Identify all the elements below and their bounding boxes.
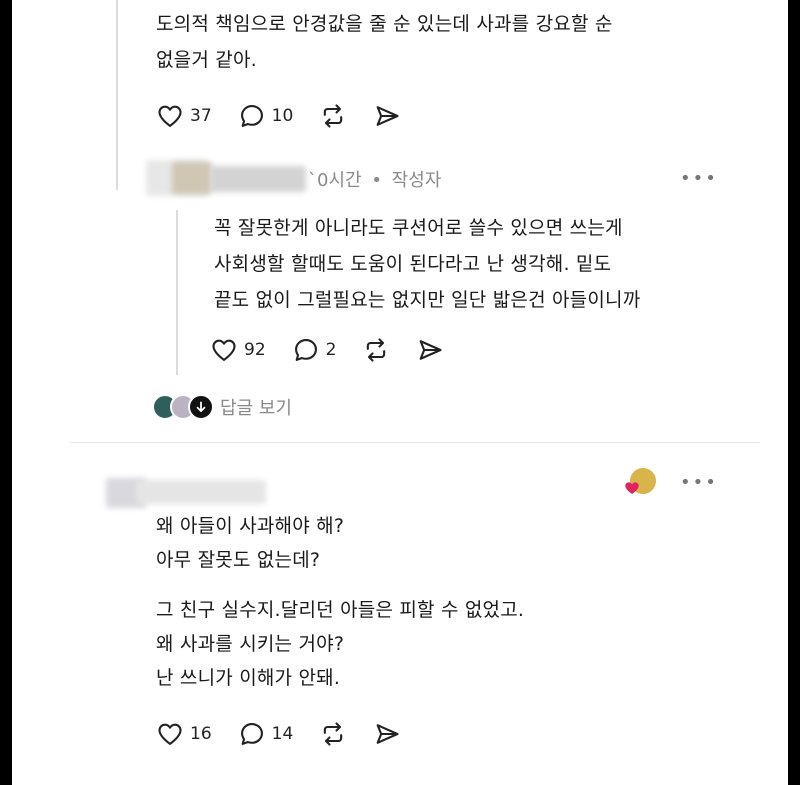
repost-icon (367, 338, 386, 362)
thread-connector (116, 150, 118, 190)
reply-text-line: 사회생할 할때도 도움이 된다라고 난 생각해. 밑도 (214, 253, 612, 275)
reactor-avatar (624, 466, 658, 496)
post-text-line: 도의적 책임으로 안경값을 줄 순 있는데 사과를 강요할 순 (156, 13, 613, 35)
like-count: 37 (190, 106, 212, 126)
heart-icon (158, 105, 182, 127)
heart-icon (212, 339, 236, 361)
like-count: 92 (244, 340, 266, 360)
meta-separator: • (371, 170, 382, 191)
more-options-button[interactable]: ••• (680, 168, 718, 189)
author-tag: 작성자 (391, 170, 442, 191)
reply-count: 14 (271, 724, 294, 744)
thread-line (116, 0, 118, 150)
repost-icon (324, 104, 343, 128)
reply-count: 10 (271, 106, 294, 126)
divider (70, 442, 760, 443)
comment-bubble-icon (240, 723, 263, 745)
repost-button[interactable] (319, 102, 347, 130)
like-button[interactable]: 92 (210, 336, 266, 364)
reply-button[interactable]: 2 (292, 336, 337, 364)
reply-text-line: 꼭 잘못한게 아니라도 쿠션어로 쓸수 있으면 쓰는게 (214, 217, 623, 239)
send-icon (376, 724, 399, 744)
thread-line (176, 210, 178, 375)
arrow-down-icon (196, 401, 206, 412)
reply-button[interactable]: 10 (238, 102, 294, 130)
avatar (188, 394, 214, 420)
post-text-line: 아무 잘못도 없는데? (156, 549, 321, 571)
share-button[interactable] (373, 720, 401, 748)
replier-avatars (152, 394, 214, 420)
left-black-border (0, 0, 12, 785)
reply-time: `0시간 (308, 170, 362, 191)
post-text-line: 왜 아들이 사과해야 해? (156, 515, 345, 537)
more-options-button[interactable]: ••• (680, 472, 718, 493)
post-actions: 16 14 (156, 714, 427, 754)
comment-bubble-icon (240, 105, 263, 127)
post-text-line: 왜 사과를 시키는 거야? (156, 633, 345, 655)
reply-button[interactable]: 14 (238, 720, 294, 748)
blurred-username (210, 166, 306, 192)
share-button[interactable] (373, 102, 401, 130)
feed: 도의적 책임으로 안경값을 줄 순 있는데 사과를 강요할 순 없을거 같아. … (12, 0, 788, 785)
right-black-border (788, 0, 800, 785)
repost-icon (324, 722, 343, 746)
like-button[interactable]: 16 (156, 720, 212, 748)
share-button[interactable] (416, 336, 444, 364)
reply-meta: `0시간 • 작성자 (308, 166, 441, 192)
heart-icon (158, 723, 182, 745)
send-icon (420, 340, 443, 360)
heart-icon (625, 482, 639, 494)
view-replies-link[interactable]: 답글 보기 (220, 394, 292, 420)
post-actions: 37 10 (156, 96, 427, 136)
blurred-avatar (172, 162, 212, 194)
repost-button[interactable] (362, 336, 390, 364)
post-text-line: 난 쓰니가 이해가 안돼. (156, 667, 341, 689)
reply-count: 2 (325, 340, 337, 360)
post-text-line: 그 친구 실수지.달리던 아들은 피할 수 없었고. (156, 599, 525, 621)
comment-bubble-icon (294, 339, 317, 361)
post-text-line: 없을거 같아. (156, 49, 257, 71)
like-button[interactable]: 37 (156, 102, 212, 130)
blurred-username (136, 480, 266, 504)
send-icon (376, 106, 399, 126)
reply-actions: 92 2 (210, 330, 470, 370)
like-count: 16 (190, 724, 212, 744)
reply-text-line: 끝도 없이 그럴필요는 없지만 일단 밟은건 아들이니까 (214, 289, 641, 311)
repost-button[interactable] (319, 720, 347, 748)
